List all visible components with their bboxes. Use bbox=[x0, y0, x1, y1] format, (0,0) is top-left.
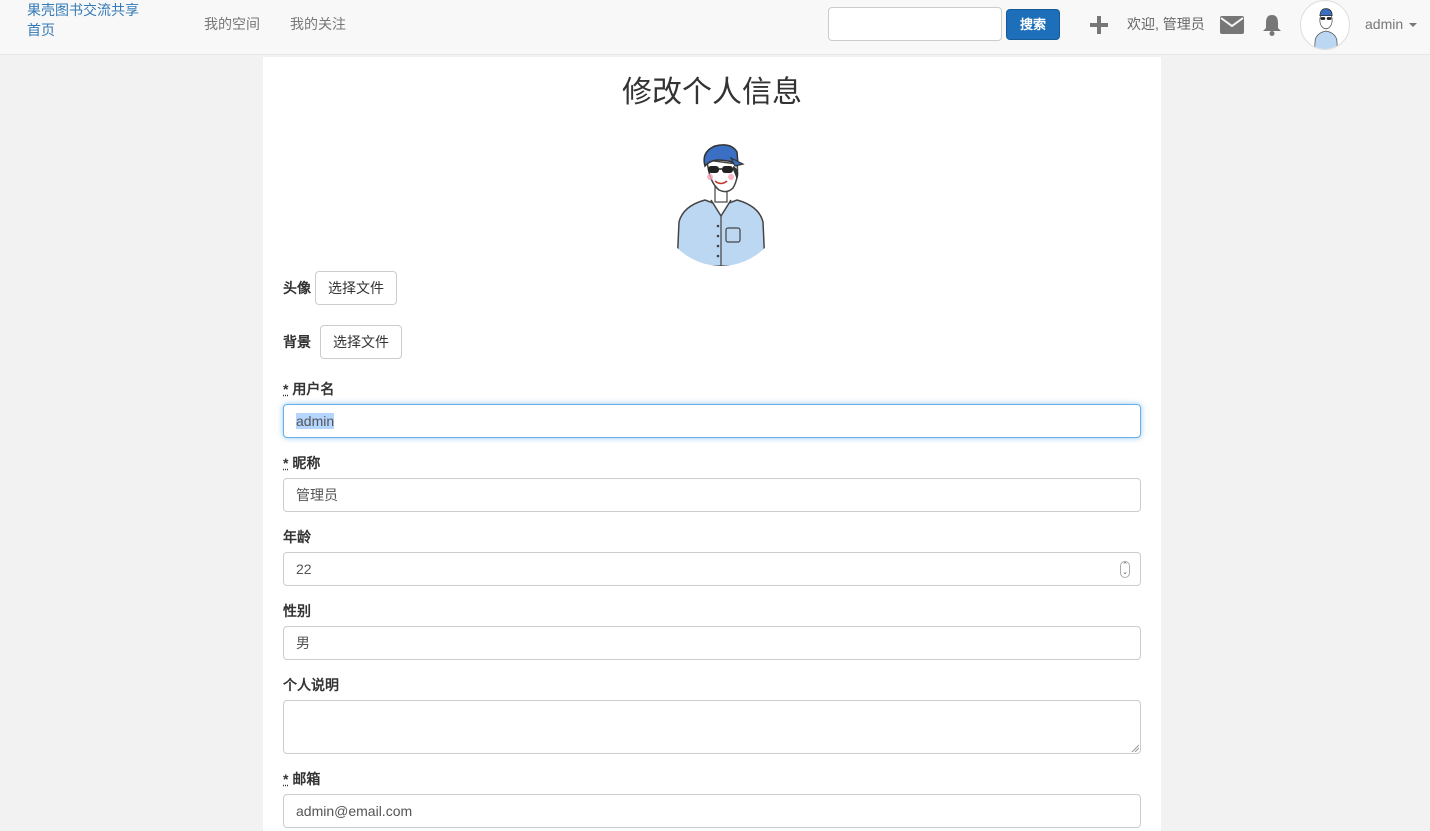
envelope-icon[interactable] bbox=[1220, 14, 1244, 36]
required-mark: * bbox=[283, 455, 289, 471]
search-input[interactable] bbox=[828, 7, 1002, 41]
edit-profile-panel: 修改个人信息 头像 选择文件 背景 选择文件 * 用户名 admin * 昵称 … bbox=[263, 57, 1161, 831]
nickname-label: * 昵称 bbox=[283, 454, 320, 472]
username-label: * 用户名 bbox=[283, 380, 334, 398]
user-dropdown[interactable]: admin bbox=[1365, 15, 1418, 33]
bio-label: 个人说明 bbox=[283, 677, 339, 693]
email-field[interactable]: admin@email.com bbox=[283, 794, 1141, 828]
required-mark: * bbox=[283, 381, 289, 397]
email-value: admin@email.com bbox=[296, 803, 413, 819]
avatar-label: 头像 bbox=[283, 280, 311, 296]
gender-field[interactable]: 男 bbox=[283, 626, 1141, 660]
background-label: 背景 bbox=[283, 334, 311, 350]
gender-label: 性别 bbox=[283, 603, 311, 619]
gender-value: 男 bbox=[296, 635, 310, 651]
plus-icon[interactable] bbox=[1087, 14, 1111, 36]
profile-avatar-image bbox=[671, 136, 771, 266]
age-field[interactable]: 22 ⌃ ⌄ bbox=[283, 552, 1141, 586]
brand-link[interactable]: 果壳图书交流共享首页 bbox=[27, 0, 152, 40]
nickname-field[interactable]: 管理员 bbox=[283, 478, 1141, 512]
welcome-text: 欢迎, 管理员 bbox=[1127, 16, 1205, 32]
username-field[interactable]: admin bbox=[283, 404, 1141, 438]
number-stepper-icon[interactable]: ⌃ ⌄ bbox=[1120, 561, 1130, 578]
bio-textarea[interactable] bbox=[283, 700, 1141, 754]
age-value: 22 bbox=[296, 561, 312, 577]
search-button[interactable]: 搜索 bbox=[1006, 9, 1060, 40]
required-mark: * bbox=[283, 771, 289, 787]
resize-handle-icon[interactable] bbox=[1131, 744, 1139, 752]
user-name: admin bbox=[1365, 16, 1404, 32]
username-label-text: 用户名 bbox=[292, 381, 335, 397]
username-value: admin bbox=[296, 413, 335, 429]
email-label: * 邮箱 bbox=[283, 770, 320, 788]
nickname-value: 管理员 bbox=[296, 487, 338, 503]
chevron-down-icon bbox=[1409, 23, 1418, 28]
avatar-file-button[interactable]: 选择文件 bbox=[315, 271, 397, 305]
background-file-button[interactable]: 选择文件 bbox=[320, 325, 402, 359]
page-title: 修改个人信息 bbox=[622, 76, 802, 109]
email-label-text: 邮箱 bbox=[292, 771, 321, 787]
nav-my-space[interactable]: 我的空间 bbox=[204, 15, 260, 33]
nickname-label-text: 昵称 bbox=[292, 455, 321, 471]
nav-my-follows[interactable]: 我的关注 bbox=[290, 15, 346, 33]
user-avatar[interactable] bbox=[1300, 0, 1350, 50]
top-navbar: 果壳图书交流共享首页 我的空间 我的关注 搜索 欢迎, 管理员 admin bbox=[0, 0, 1430, 55]
bell-icon[interactable] bbox=[1260, 14, 1284, 36]
age-label: 年龄 bbox=[283, 529, 311, 545]
